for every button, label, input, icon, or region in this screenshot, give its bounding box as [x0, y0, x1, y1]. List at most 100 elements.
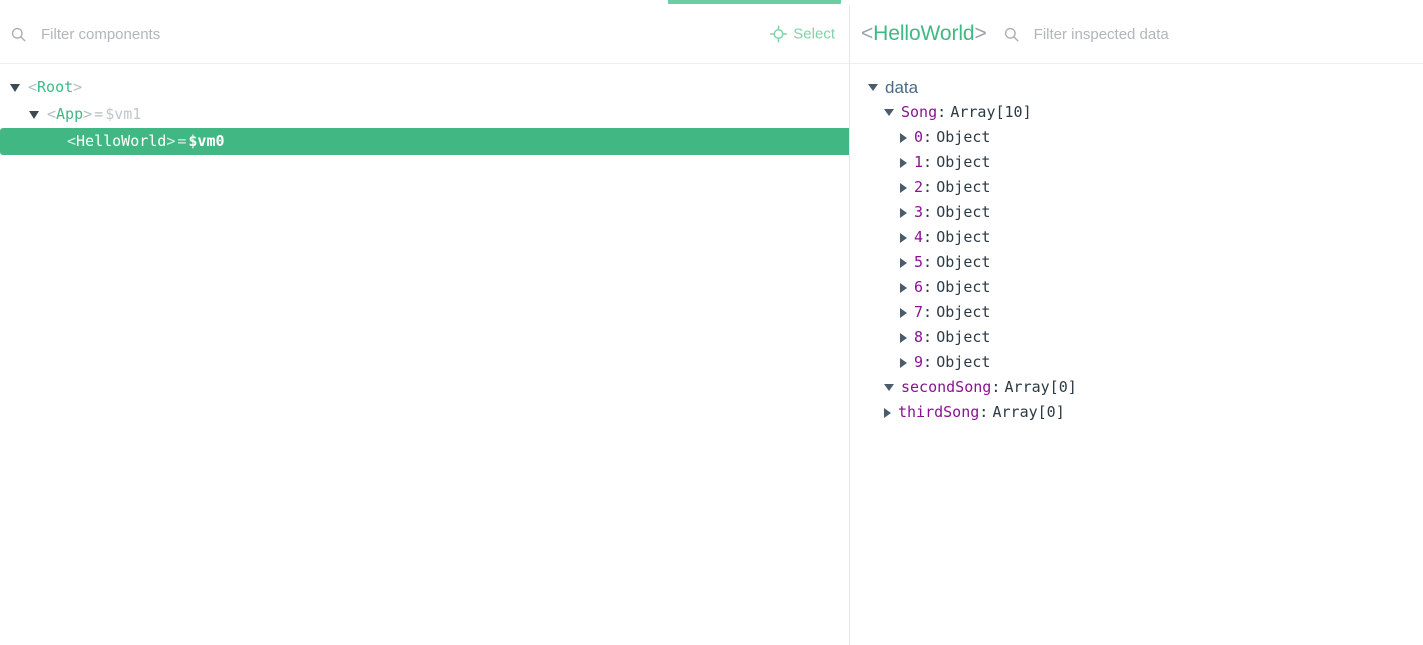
data-row-key: 0 — [914, 128, 924, 146]
chevron-right-icon[interactable] — [884, 407, 891, 418]
tree-item-label: App — [56, 105, 84, 123]
data-row-value: Object — [936, 278, 991, 296]
data-row-colon: : — [923, 353, 933, 371]
data-row-value: Object — [936, 303, 991, 321]
chevron-down-icon[interactable] — [884, 384, 894, 391]
data-row-song-2[interactable]: 2: Object — [900, 175, 1423, 200]
tree-item-close-angle: > — [83, 105, 93, 123]
data-row-value: Array[10] — [950, 103, 1032, 121]
data-group-data[interactable]: data — [868, 75, 1423, 100]
data-row-song-3[interactable]: 3: Object — [900, 200, 1423, 225]
chevron-right-icon[interactable] — [900, 182, 907, 193]
data-row-value: Object — [936, 203, 991, 221]
data-row-value: Array[0] — [1004, 378, 1077, 396]
data-row-value: Object — [936, 228, 991, 246]
data-row-colon: : — [923, 178, 933, 196]
data-row-value: Object — [936, 128, 991, 146]
data-row-song-1[interactable]: 1: Object — [900, 150, 1423, 175]
data-row-song-8[interactable]: 8: Object — [900, 325, 1423, 350]
tree-item-label: HelloWorld — [76, 132, 167, 150]
data-row-colon: : — [923, 303, 933, 321]
data-row-colon: : — [937, 103, 947, 121]
tree-item-app[interactable]: < App > = $vm1 — [0, 101, 849, 128]
chevron-right-icon[interactable] — [900, 357, 907, 368]
component-tree: < Root > < App > = $vm1 < HelloWorld > =… — [0, 64, 910, 155]
inspected-component-name: <HelloWorld> — [861, 22, 987, 46]
inspected-data-tree: data Song: Array[10] 0: Object 1: Object… — [850, 64, 1423, 425]
search-icon — [1004, 27, 1019, 41]
chevron-right-icon[interactable] — [900, 257, 907, 268]
chevron-right-icon[interactable] — [900, 132, 907, 143]
data-row-value: Object — [936, 153, 991, 171]
data-row-song-6[interactable]: 6: Object — [900, 275, 1423, 300]
inspector-toolbar: <HelloWorld> — [850, 5, 1423, 64]
tree-item-equals: = — [94, 105, 104, 123]
inspected-open-angle: < — [861, 22, 874, 45]
data-row-value: Object — [936, 253, 991, 271]
data-row-thirdsong[interactable]: thirdSong: Array[0] — [884, 400, 1423, 425]
chevron-right-icon[interactable] — [900, 307, 907, 318]
chevron-down-icon[interactable] — [868, 84, 878, 91]
crosshair-icon — [770, 25, 788, 43]
components-toolbar: Select — [0, 5, 849, 64]
tree-item-open-angle: < — [67, 132, 77, 150]
data-row-key: 8 — [914, 328, 924, 346]
tree-item-open-angle: < — [47, 105, 57, 123]
inspected-close-angle: > — [974, 22, 987, 45]
data-row-colon: : — [923, 128, 933, 146]
chevron-right-icon[interactable] — [900, 157, 907, 168]
data-row-key: 3 — [914, 203, 924, 221]
chevron-right-icon[interactable] — [900, 207, 907, 218]
tree-item-open-angle: < — [28, 78, 38, 96]
tree-item-close-angle: > — [73, 78, 83, 96]
tree-item-label: Root — [37, 78, 74, 96]
data-row-key: Song — [901, 103, 938, 121]
chevron-down-icon[interactable] — [10, 83, 20, 92]
data-row-song-4[interactable]: 4: Object — [900, 225, 1423, 250]
tree-item-vm-ref: $vm0 — [188, 132, 225, 150]
data-row-colon: : — [923, 253, 933, 271]
data-row-song-7[interactable]: 7: Object — [900, 300, 1423, 325]
data-row-secondsong[interactable]: secondSong: Array[0] — [884, 375, 1423, 400]
data-row-key: secondSong — [901, 378, 992, 396]
filter-inspected-data-input[interactable] — [1033, 23, 1364, 45]
data-row-key: 2 — [914, 178, 924, 196]
data-row-value: Object — [936, 328, 991, 346]
data-row-key: 7 — [914, 303, 924, 321]
devtools-window: Select < Root > < App > = $vm1 < — [0, 0, 1423, 645]
data-row-colon: : — [923, 153, 933, 171]
data-row-key: 4 — [914, 228, 924, 246]
tree-item-helloworld[interactable]: < HelloWorld > = $vm0 — [0, 128, 910, 155]
data-row-key: 9 — [914, 353, 924, 371]
tab-active-indicator[interactable] — [668, 0, 841, 4]
data-row-song[interactable]: Song: Array[10] — [884, 100, 1423, 125]
components-pane: Select < Root > < App > = $vm1 < — [0, 5, 910, 645]
tree-item-root[interactable]: < Root > — [0, 74, 849, 101]
data-row-colon: : — [923, 328, 933, 346]
data-row-colon: : — [923, 228, 933, 246]
inspected-component-label: HelloWorld — [873, 22, 975, 45]
tree-item-equals: = — [177, 132, 187, 150]
data-row-key: 5 — [914, 253, 924, 271]
chevron-right-icon[interactable] — [900, 332, 907, 343]
chevron-right-icon[interactable] — [900, 232, 907, 243]
filter-components-input[interactable] — [41, 23, 601, 45]
data-row-key: thirdSong — [898, 403, 980, 421]
data-row-song-9[interactable]: 9: Object — [900, 350, 1423, 375]
select-button-label: Select — [793, 25, 835, 43]
inspector-pane: <HelloWorld> data Song: Array[10] — [850, 5, 1423, 645]
data-row-colon: : — [923, 278, 933, 296]
data-row-value: Object — [936, 178, 991, 196]
data-row-colon: : — [923, 203, 933, 221]
select-button[interactable]: Select — [764, 22, 841, 47]
data-row-song-0[interactable]: 0: Object — [900, 125, 1423, 150]
chevron-down-icon[interactable] — [29, 110, 39, 119]
data-row-value: Object — [936, 353, 991, 371]
chevron-right-icon[interactable] — [900, 282, 907, 293]
chevron-down-icon[interactable] — [884, 109, 894, 116]
data-row-colon: : — [991, 378, 1001, 396]
data-row-key: 1 — [914, 153, 924, 171]
tree-item-close-angle: > — [166, 132, 176, 150]
data-row-colon: : — [979, 403, 989, 421]
data-row-song-5[interactable]: 5: Object — [900, 250, 1423, 275]
